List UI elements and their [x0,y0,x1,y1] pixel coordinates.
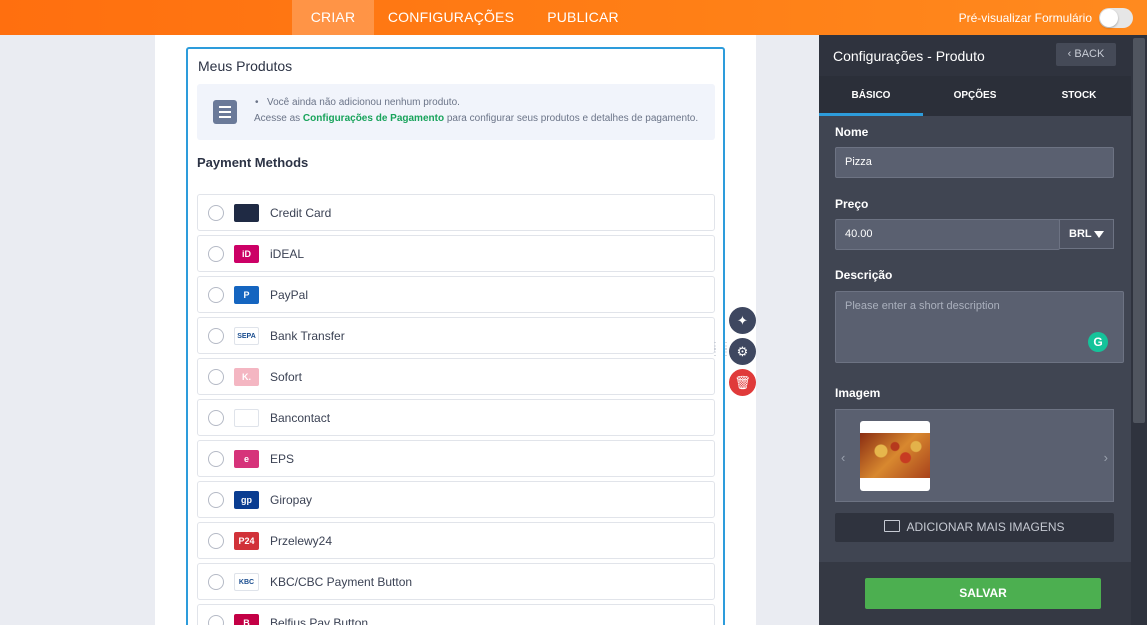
preview-form-label: Pré-visualizar Formulário [958,11,1092,25]
tab-basico[interactable]: BÁSICO [819,76,923,116]
payment-method-label: iDEAL [270,247,305,261]
image-label: Imagem [835,386,881,400]
payment-method-radio[interactable] [208,492,224,508]
payment-method-radio[interactable] [208,533,224,549]
add-more-images-label: ADICIONAR MAIS IMAGENS [906,520,1065,534]
payment-logo-icon: iD [234,245,259,263]
product-image-thumbnail[interactable] [860,421,930,491]
chevron-right-icon[interactable]: › [1104,450,1108,465]
field-title: Meus Produtos [198,58,293,74]
payment-method-label: Bancontact [270,411,331,425]
tab-opcoes[interactable]: OPÇÕES [923,76,1027,116]
payment-logo-icon: KBC [234,573,259,591]
payment-method-row[interactable]: K. Sofort [197,358,715,395]
notice-text-line1: Você ainda não adicionou nenhum produto. [267,97,460,108]
wand-icon[interactable]: ✦ [729,307,756,334]
payment-method-row[interactable]: B Belfius Pay Button [197,604,715,625]
payment-method-radio[interactable] [208,205,224,221]
save-button[interactable]: SALVAR [865,578,1101,609]
payment-method-label: Credit Card [270,206,332,220]
payment-method-label: EPS [270,452,295,466]
image-icon [884,520,901,532]
payment-method-row[interactable]: P PayPal [197,276,715,313]
payment-method-radio[interactable] [208,574,224,590]
payment-method-label: Belfius Pay Button [270,616,369,625]
name-input[interactable]: Pizza [835,147,1114,178]
name-label: Nome [835,125,869,139]
payment-method-label: Giropay [270,493,313,507]
payment-method-label: PayPal [270,288,309,302]
payment-logo-icon: P [234,286,259,304]
panel-scrollbar[interactable] [1131,35,1147,625]
payment-method-row[interactable]: P24 Przelewy24 [197,522,715,559]
drag-handle-icon[interactable]: ⋮⋮⋮⋮ [710,342,731,362]
top-navigation-bar: CRIAR CONFIGURAÇÕES PUBLICAR Pré-visuali… [0,0,1147,35]
payment-method-radio[interactable] [208,615,224,625]
payment-method-row[interactable]: iD iDEAL [197,235,715,272]
payment-method-radio[interactable] [208,451,224,467]
payment-method-radio[interactable] [208,328,224,344]
payment-logo-icon: P24 [234,532,259,550]
payment-method-row[interactable]: KBC KBC/CBC Payment Button [197,563,715,600]
payment-logo-icon [234,409,259,427]
payment-method-radio[interactable] [208,410,224,426]
payment-method-label: Sofort [270,370,303,384]
price-label: Preço [835,197,869,211]
payment-logo-icon: K. [234,368,259,386]
price-input[interactable]: 40.00 [835,219,1060,250]
chevron-left-icon[interactable]: ‹ [841,450,845,465]
trash-icon[interactable]: 🗑 [729,369,756,396]
panel-header: Configurações - Produto ‹ BACK [819,35,1131,76]
payment-method-row[interactable]: gp Giropay [197,481,715,518]
tab-publicar[interactable]: PUBLICAR [537,0,629,35]
pizza-image [860,433,930,478]
notice-text-line2: Acesse as Configurações de Pagamento par… [254,113,698,124]
payment-method-label: KBC/CBC Payment Button [270,575,413,589]
properties-panel: Configurações - Produto ‹ BACK BÁSICO OP… [819,35,1131,625]
tab-stock[interactable]: STOCK [1027,76,1131,116]
payment-logo-icon [234,204,259,222]
back-button[interactable]: ‹ BACK [1056,43,1116,66]
preview-form-toggle[interactable] [1099,8,1133,28]
payment-logo-icon: SEPA [234,327,259,345]
image-gallery: ‹ › [835,409,1114,502]
payment-logo-icon: e [234,450,259,468]
payment-settings-link[interactable]: Configurações de Pagamento [303,113,444,124]
tab-criar[interactable]: CRIAR [292,0,374,35]
notice-line2-prefix: Acesse as [254,113,301,124]
payment-method-label: Przelewy24 [270,534,333,548]
caret-down-icon [1094,231,1104,238]
description-textarea[interactable]: Please enter a short description [835,291,1124,363]
payment-logo-icon: B [234,614,259,625]
notice-bullet: • [255,97,259,108]
payment-logo-icon: gp [234,491,259,509]
description-label: Descrição [835,268,893,282]
grammarly-icon[interactable]: G [1088,332,1108,352]
panel-footer: SALVAR [819,562,1131,625]
gear-icon[interactable]: ⚙ [729,338,756,365]
payment-method-radio[interactable] [208,287,224,303]
payment-method-row[interactable]: SEPA Bank Transfer [197,317,715,354]
payment-method-radio[interactable] [208,246,224,262]
list-icon [213,100,237,124]
payment-method-row[interactable]: e EPS [197,440,715,477]
payment-methods-heading: Payment Methods [197,155,309,170]
payment-method-row[interactable]: Credit Card [197,194,715,231]
currency-select[interactable]: BRL [1059,219,1114,249]
payment-method-label: Bank Transfer [270,329,345,343]
currency-value: BRL [1069,228,1092,240]
panel-tabs: BÁSICO OPÇÕES STOCK [819,76,1131,116]
panel-title: Configurações - Produto [833,48,985,64]
scrollbar-thumb[interactable] [1133,38,1145,423]
payment-method-row[interactable]: Bancontact [197,399,715,436]
tab-configuracoes[interactable]: CONFIGURAÇÕES [381,0,521,35]
payment-method-radio[interactable] [208,369,224,385]
notice-line2-suffix: para configurar seus produtos e detalhes… [446,113,699,124]
no-products-notice [197,84,715,140]
add-more-images-button[interactable]: ADICIONAR MAIS IMAGENS [835,513,1114,542]
